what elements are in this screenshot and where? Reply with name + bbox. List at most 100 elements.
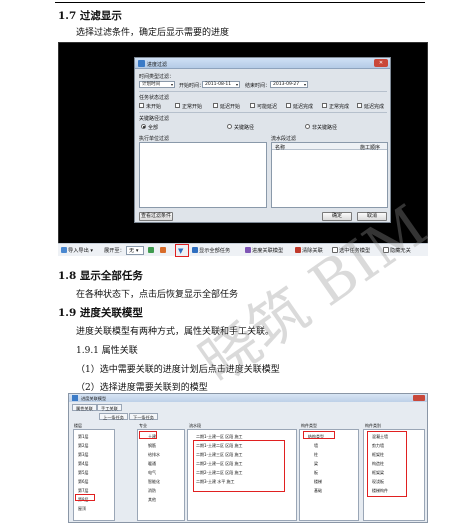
type-tree[interactable]: 结构类型 墙 柱 梁 板 楼梯 基础 xyxy=(299,429,359,521)
tree-item[interactable]: 第1层 xyxy=(78,434,89,440)
section-heading-1-7: 1.7 过滤显示 xyxy=(58,10,122,22)
status-checkbox[interactable] xyxy=(250,103,255,108)
expand-to-label: 展开至： xyxy=(104,248,125,254)
filter-icon[interactable]: ▼ xyxy=(178,247,183,255)
tree-item[interactable]: 板 xyxy=(314,470,318,476)
tree-item[interactable]: 其他 xyxy=(148,497,156,503)
status-checkbox[interactable] xyxy=(213,103,218,108)
close-icon[interactable]: ✕ xyxy=(374,59,388,67)
path-option: 全部 xyxy=(148,125,159,131)
column-order-header: 施工顺序 xyxy=(360,145,381,151)
path-option: 非关键路径 xyxy=(312,125,338,131)
close-icon[interactable] xyxy=(413,395,425,401)
calendar-icon: ▾ xyxy=(235,82,238,87)
tab-attribute-link[interactable]: 属性关联 xyxy=(72,404,97,411)
critical-path-label: 关键路径过滤 xyxy=(139,116,170,122)
status-option: 延迟开始 xyxy=(220,104,241,110)
import-export-button[interactable]: 导入导出 ▾ xyxy=(61,247,93,255)
tree-item[interactable]: 楼梯 xyxy=(314,479,322,485)
path-radio-all[interactable] xyxy=(141,124,146,129)
tree-item[interactable]: 梁 xyxy=(314,461,318,467)
show-all-tasks-button[interactable]: 显示全部任务 xyxy=(192,247,230,255)
list-icon xyxy=(192,247,198,253)
subsection-heading-1-9-1: 1.9.1 属性关联 xyxy=(76,346,138,356)
status-checkbox[interactable] xyxy=(357,103,362,108)
next-task-button[interactable]: 下一条任务 xyxy=(129,413,158,420)
status-checkbox[interactable] xyxy=(286,103,291,108)
column-name-header: 名称 xyxy=(275,145,286,151)
window-titlebar: 进度关联模型 xyxy=(69,394,427,402)
app-icon xyxy=(138,60,145,67)
section-heading-1-8: 1.8 显示全部任务 xyxy=(58,270,143,282)
selection-highlight xyxy=(303,431,335,439)
tree-item[interactable]: 消防 xyxy=(148,488,156,494)
status-option: 未开始 xyxy=(146,104,162,110)
start-time-label: 开始时间： xyxy=(179,83,205,89)
path-radio-critical[interactable] xyxy=(227,124,232,129)
filter-dialog: 进度过滤 ✕ 时间类型过滤： 计划时间 ▾ 开始时间： 2011-08-11 ▾ 结… xyxy=(134,57,391,223)
time-type-label: 时间类型过滤： xyxy=(139,74,175,80)
floor-tree[interactable]: 第1层 第2层 第3层 第4层 第5层 第6层 第7层 第8层 屋顶 xyxy=(73,429,115,521)
paragraph-1-8: 在各种状态下，点击后恢复显示全部任务 xyxy=(76,290,239,300)
end-time-label: 结束时间： xyxy=(245,83,271,89)
status-option: 延迟完成 xyxy=(293,104,314,110)
section-heading-1-9: 1.9 进度关联模型 xyxy=(58,307,143,319)
link-model-button[interactable]: 进度关联模型 xyxy=(245,247,283,255)
tree-item[interactable]: 柱 xyxy=(314,452,318,458)
start-time-field[interactable]: 2011-08-11 ▾ xyxy=(202,81,240,88)
status-checkbox[interactable] xyxy=(139,103,144,108)
tree-item[interactable]: 屋顶 xyxy=(78,506,86,512)
selection-highlight xyxy=(193,440,285,492)
tree-item[interactable]: 电气 xyxy=(148,470,156,476)
app-icon xyxy=(72,395,78,401)
step-2: （2）选择进度需要关联到的模型 xyxy=(76,383,208,393)
flow-filter-label: 流水段过滤 xyxy=(271,136,297,142)
tree-item[interactable]: 第4层 xyxy=(78,461,89,467)
calendar-icon: ▾ xyxy=(303,82,306,87)
status-option: 正常完成 xyxy=(329,104,350,110)
import-icon xyxy=(61,247,67,253)
tree-item[interactable]: 第3层 xyxy=(78,452,89,458)
expand-to-select[interactable]: 无 ▾ xyxy=(126,246,144,255)
selection-highlight xyxy=(139,431,157,439)
window-title: 进度关联模型 xyxy=(81,396,107,401)
time-type-select[interactable]: 计划时间 ▾ xyxy=(139,81,175,88)
divider xyxy=(139,91,387,92)
tree-item[interactable]: 暖通 xyxy=(148,461,156,467)
path-option: 关键路径 xyxy=(234,125,255,131)
tab-manual-link[interactable]: 手工关联 xyxy=(97,404,122,411)
status-filter-label: 任务状态过滤 xyxy=(139,95,170,101)
tree-item[interactable]: 给排水 xyxy=(148,452,160,458)
status-option: 延迟完成 xyxy=(364,104,385,110)
model-icon xyxy=(245,247,251,253)
tree-item[interactable]: 智能化 xyxy=(148,479,160,485)
dialog-title: 进度过滤 xyxy=(147,62,168,68)
path-radio-noncritical[interactable] xyxy=(305,124,310,129)
view-filter-button[interactable]: 查看过滤条件 xyxy=(139,212,173,221)
divider xyxy=(139,112,387,113)
status-checkbox[interactable] xyxy=(175,103,180,108)
unit-filter-label: 执行单位过滤 xyxy=(139,136,170,142)
header-rule xyxy=(55,2,425,3)
major-tree[interactable]: 土建 钢筋 给排水 暖通 电气 智能化 消防 其他 xyxy=(137,429,185,521)
dialog-titlebar: 进度过滤 ✕ xyxy=(135,58,390,69)
link-model-screenshot: 进度关联模型 属性关联 手工关联 上一条任务 下一条任务 楼层 第1层 第2层 … xyxy=(68,393,428,523)
tree-item[interactable]: 基础 xyxy=(314,488,322,494)
selection-highlight xyxy=(75,494,95,501)
tree-item[interactable]: 第6层 xyxy=(78,479,89,485)
status-option: 正常开始 xyxy=(182,104,203,110)
status-checkbox[interactable] xyxy=(322,103,327,108)
tree-item[interactable]: 墙 xyxy=(314,443,318,449)
tree-item[interactable]: 第2层 xyxy=(78,443,89,449)
selection-highlight xyxy=(367,431,407,497)
paragraph-1-7: 选择过滤条件，确定后显示需要的进度 xyxy=(76,28,230,38)
status-option: 可能延迟 xyxy=(257,104,278,110)
prev-task-button[interactable]: 上一条任务 xyxy=(99,413,128,420)
tree-item[interactable]: 钢筋 xyxy=(148,443,156,449)
chevron-down-icon: ▾ xyxy=(170,82,173,87)
end-time-field[interactable]: 2013-09-27 ▾ xyxy=(270,81,308,88)
calendar-icon[interactable] xyxy=(160,247,167,255)
unit-filter-list[interactable] xyxy=(139,142,267,208)
export-icon[interactable] xyxy=(148,247,155,255)
tree-item[interactable]: 第5层 xyxy=(78,470,89,476)
